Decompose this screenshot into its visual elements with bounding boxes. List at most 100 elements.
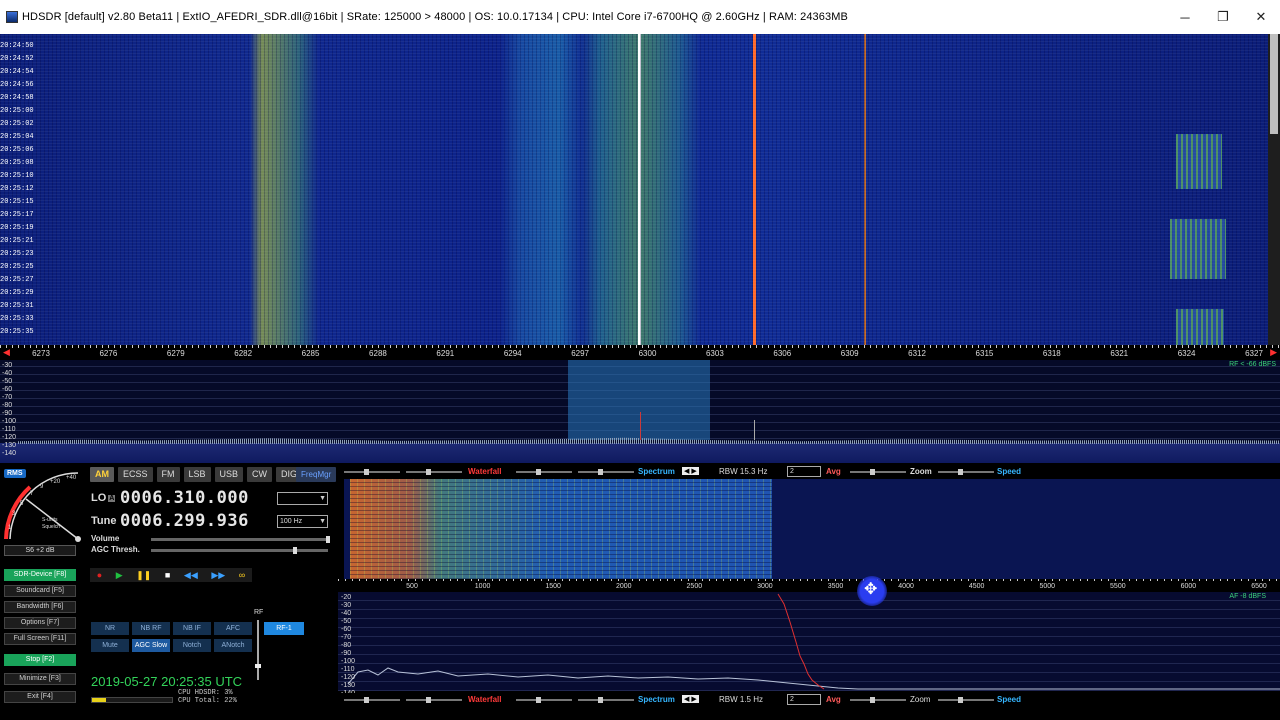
side-button-minimize[interactable]: Minimize [F3] bbox=[4, 673, 76, 685]
main-waterfall[interactable] bbox=[0, 34, 1268, 345]
loop-icon[interactable]: ∞ bbox=[239, 568, 245, 582]
audio-frequency-axis[interactable]: 500 1000 1500 2000 2500 3000 3500 4000 4500 5000 5… bbox=[338, 579, 1280, 592]
spectrum-db-label: -80 bbox=[2, 402, 13, 409]
frequency-axis[interactable]: ◀ ▶ 6273 6276 6279 6282 6285 6288 6291 6294 6297… bbox=[0, 345, 1280, 360]
waterfall-time-labels: 20:24:50 20:24:52 20:24:54 20:24:56 20:24:58… bbox=[0, 34, 34, 345]
frequency-tick-label: 6303 bbox=[705, 349, 724, 358]
pause-icon[interactable]: ❚❚ bbox=[136, 568, 151, 582]
lo-frequency[interactable]: 0006.310.000 bbox=[120, 488, 249, 508]
spectrum-db-label: -30 bbox=[2, 362, 13, 369]
minimize-window-button[interactable]: ─ bbox=[1166, 0, 1204, 34]
carrier-marker bbox=[754, 420, 755, 440]
waterfall-contrast-slider[interactable] bbox=[344, 697, 400, 703]
tune-step-combo[interactable]: 100 Hz ▼ bbox=[277, 515, 328, 528]
zoom-slider[interactable] bbox=[938, 697, 994, 703]
tune-frequency[interactable]: 0006.299.936 bbox=[120, 511, 249, 531]
freqmgr-button[interactable]: FreqMgr bbox=[296, 467, 337, 482]
waterfall-time-label: 20:25:06 bbox=[0, 146, 34, 154]
agc-thresh-slider-knob[interactable] bbox=[292, 547, 297, 554]
spectrum-level-slider[interactable] bbox=[578, 697, 634, 703]
slider-knob[interactable] bbox=[536, 469, 541, 475]
avg-slider[interactable] bbox=[850, 469, 906, 475]
lo-a-badge[interactable]: A bbox=[108, 494, 116, 502]
slider-knob[interactable] bbox=[536, 697, 541, 703]
dsp-button-nb-rf[interactable]: NB RF bbox=[132, 622, 170, 635]
audio-db-label: -90 bbox=[341, 650, 352, 657]
waterfall-level-slider[interactable] bbox=[406, 469, 462, 475]
dsp-button-agc-slow[interactable]: AGC Slow bbox=[132, 639, 170, 652]
spectrum-arrow-buttons[interactable]: ◀ ▶ bbox=[682, 467, 699, 475]
side-button-exit[interactable]: Exit [F4] bbox=[4, 691, 76, 703]
rms-badge[interactable]: RMS bbox=[4, 469, 26, 478]
slider-knob[interactable] bbox=[364, 469, 369, 475]
spectrum-arrow-buttons[interactable]: ◀ ▶ bbox=[682, 695, 699, 703]
zoom-slider[interactable] bbox=[938, 469, 994, 475]
side-button-soundcard[interactable]: Soundcard [F5] bbox=[4, 585, 76, 597]
dsp-button-nr[interactable]: NR bbox=[91, 622, 129, 635]
frequency-tick-label: 6294 bbox=[503, 349, 522, 358]
spectrum-contrast-slider[interactable] bbox=[516, 697, 572, 703]
slider-knob[interactable] bbox=[364, 697, 369, 703]
avg-slider[interactable] bbox=[850, 697, 906, 703]
close-window-button[interactable]: ✕ bbox=[1242, 0, 1280, 34]
volume-slider[interactable] bbox=[151, 536, 331, 543]
rf-gain-slider[interactable] bbox=[255, 620, 261, 680]
dsp-button-notch[interactable]: Notch bbox=[173, 639, 211, 652]
spectrum-db-label: -110 bbox=[2, 426, 16, 433]
slider-knob[interactable] bbox=[598, 469, 603, 475]
waterfall-scrollbar-thumb[interactable] bbox=[1270, 34, 1278, 134]
waterfall-contrast-slider[interactable] bbox=[344, 469, 400, 475]
agc-thresh-slider[interactable] bbox=[151, 547, 328, 554]
mode-button-ecss[interactable]: ECSS bbox=[118, 467, 153, 482]
stop-icon[interactable]: ■ bbox=[165, 568, 170, 582]
side-button-sdrdevice[interactable]: SDR-Device [F8] bbox=[4, 569, 76, 581]
slider-knob[interactable] bbox=[598, 697, 603, 703]
dsp-button-mute[interactable]: Mute bbox=[91, 639, 129, 652]
rf-gain-slider-knob[interactable] bbox=[255, 664, 261, 668]
rf-level-readout: RF < -66 dBFS bbox=[1229, 361, 1276, 368]
side-button-options[interactable]: Options [F7] bbox=[4, 617, 76, 629]
spectrum-label: Spectrum bbox=[638, 467, 675, 476]
mode-button-fm[interactable]: FM bbox=[156, 467, 180, 482]
audio-spectrum[interactable] bbox=[338, 592, 1280, 691]
main-spectrum[interactable] bbox=[0, 360, 1280, 463]
waterfall-time-label: 20:24:50 bbox=[0, 42, 34, 50]
mode-button-cw[interactable]: CW bbox=[247, 467, 273, 482]
lo-label: LO A bbox=[91, 492, 116, 504]
waterfall-scrollbar[interactable] bbox=[1268, 34, 1280, 345]
fast-forward-icon[interactable]: ▶▶ bbox=[211, 568, 225, 582]
maximize-window-button[interactable]: ❐ bbox=[1204, 0, 1242, 34]
spectrum-level-slider[interactable] bbox=[578, 469, 634, 475]
side-button-full[interactable]: Full Screen [F11] bbox=[4, 633, 76, 645]
waterfall-level-slider[interactable] bbox=[406, 697, 462, 703]
side-button-bandwidth[interactable]: Bandwidth [F6] bbox=[4, 601, 76, 613]
mode-button-lsb[interactable]: LSB bbox=[183, 467, 211, 482]
dsp-button-afc[interactable]: AFC bbox=[214, 622, 252, 635]
volume-slider-knob[interactable] bbox=[326, 536, 331, 543]
lo-combo[interactable]: ▼ bbox=[277, 492, 328, 505]
avg-combo[interactable]: 2 bbox=[787, 694, 821, 705]
rf1-button[interactable]: RF-1 bbox=[264, 622, 304, 635]
chevron-down-icon: ▼ bbox=[319, 518, 326, 525]
slider-knob[interactable] bbox=[426, 469, 431, 475]
dsp-button-anotch[interactable]: ANotch bbox=[214, 639, 252, 652]
slider-knob[interactable] bbox=[958, 697, 963, 703]
slider-knob[interactable] bbox=[870, 697, 875, 703]
mode-button-am[interactable]: AM bbox=[90, 467, 114, 482]
scroll-left-arrow-icon[interactable]: ◀ bbox=[3, 347, 10, 358]
rewind-icon[interactable]: ◀◀ bbox=[184, 568, 198, 582]
audio-waterfall[interactable] bbox=[338, 479, 1280, 579]
slider-knob[interactable] bbox=[958, 469, 963, 475]
slider-knob[interactable] bbox=[870, 469, 875, 475]
filter-passband[interactable] bbox=[568, 360, 710, 440]
scroll-right-arrow-icon[interactable]: ▶ bbox=[1270, 347, 1277, 358]
mode-button-usb[interactable]: USB bbox=[214, 467, 244, 482]
play-icon[interactable]: ▶ bbox=[116, 568, 123, 582]
record-icon[interactable]: ● bbox=[97, 568, 102, 582]
slider-knob[interactable] bbox=[426, 697, 431, 703]
spectrum-contrast-slider[interactable] bbox=[516, 469, 572, 475]
side-button-stop[interactable]: Stop [F2] bbox=[4, 654, 76, 666]
avg-combo[interactable]: 2 bbox=[787, 466, 821, 477]
dsp-button-nb-if[interactable]: NB IF bbox=[173, 622, 211, 635]
waterfall-time-label: 20:25:08 bbox=[0, 159, 34, 167]
